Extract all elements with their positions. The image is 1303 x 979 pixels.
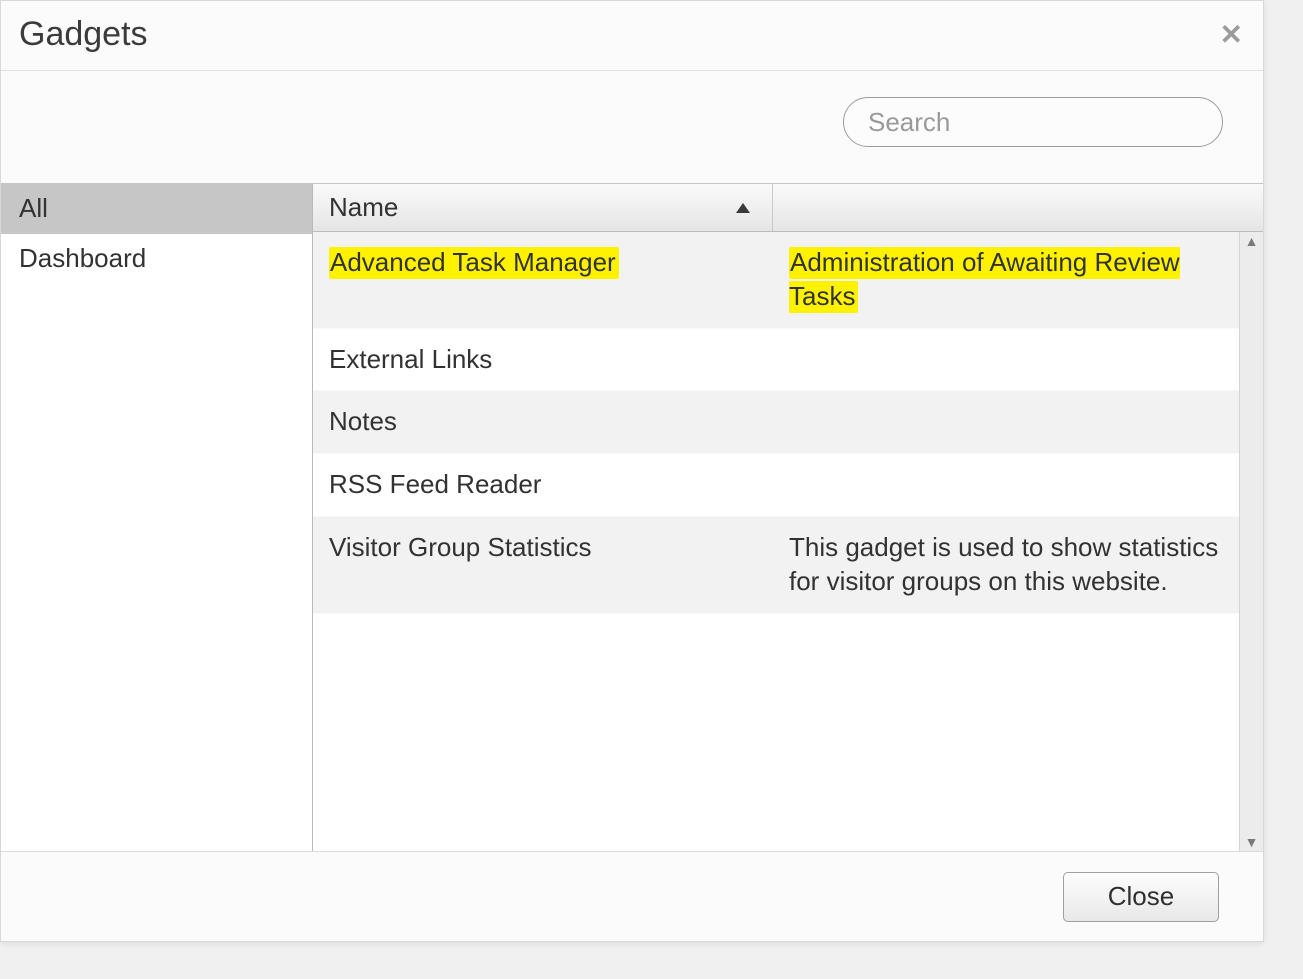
table-header: Name bbox=[313, 184, 1263, 232]
sidebar-item-all[interactable]: All bbox=[1, 184, 312, 234]
highlighted-text: Administration of Awaiting Review Tasks bbox=[789, 247, 1180, 313]
search-input[interactable] bbox=[868, 107, 1203, 138]
cell-description bbox=[773, 329, 1263, 391]
cell-name: RSS Feed Reader bbox=[313, 454, 773, 516]
sort-asc-icon bbox=[736, 203, 750, 213]
close-button[interactable]: Close bbox=[1063, 872, 1219, 922]
close-icon[interactable]: ✕ bbox=[1220, 21, 1243, 49]
sidebar-item-dashboard[interactable]: Dashboard bbox=[1, 234, 312, 284]
table-row[interactable]: Notes bbox=[313, 391, 1263, 454]
table-body: Advanced Task Manager Administration of … bbox=[313, 232, 1263, 851]
search-field-wrap bbox=[843, 97, 1223, 147]
scroll-up-icon[interactable]: ▲ bbox=[1245, 234, 1259, 248]
dialog-title: Gadgets bbox=[19, 15, 148, 54]
cell-name: Visitor Group Statistics bbox=[313, 517, 773, 613]
column-header-description[interactable] bbox=[773, 184, 1263, 231]
dialog-footer: Close bbox=[1, 851, 1263, 941]
column-header-label: Name bbox=[329, 192, 398, 223]
highlighted-text: Advanced Task Manager bbox=[329, 247, 619, 279]
dialog-header: Gadgets ✕ bbox=[1, 1, 1263, 71]
column-header-name[interactable]: Name bbox=[313, 184, 773, 231]
table-row[interactable]: RSS Feed Reader bbox=[313, 454, 1263, 517]
cell-description: This gadget is used to show statistics f… bbox=[773, 517, 1263, 613]
cell-name: External Links bbox=[313, 329, 773, 391]
sidebar-item-label: Dashboard bbox=[19, 243, 146, 274]
cell-name: Advanced Task Manager bbox=[313, 232, 773, 328]
scroll-down-icon[interactable]: ▼ bbox=[1245, 835, 1259, 849]
dialog-body: All Dashboard Name Advanced Tas bbox=[1, 183, 1263, 851]
table-row[interactable]: Advanced Task Manager Administration of … bbox=[313, 232, 1263, 329]
cell-description: Administration of Awaiting Review Tasks bbox=[773, 232, 1263, 328]
table-row[interactable]: External Links bbox=[313, 329, 1263, 392]
cell-name: Notes bbox=[313, 391, 773, 453]
search-bar bbox=[1, 71, 1263, 183]
vertical-scrollbar[interactable]: ▲ ▼ bbox=[1239, 232, 1263, 851]
table-row[interactable]: Visitor Group Statistics This gadget is … bbox=[313, 517, 1263, 614]
sidebar: All Dashboard bbox=[1, 184, 313, 851]
cell-description bbox=[773, 454, 1263, 516]
sidebar-item-label: All bbox=[19, 193, 48, 224]
gadgets-dialog: Gadgets ✕ All Dashboard Name bbox=[0, 0, 1264, 942]
gadget-table: Name Advanced Task Manager Administratio… bbox=[313, 184, 1263, 851]
cell-description bbox=[773, 391, 1263, 453]
